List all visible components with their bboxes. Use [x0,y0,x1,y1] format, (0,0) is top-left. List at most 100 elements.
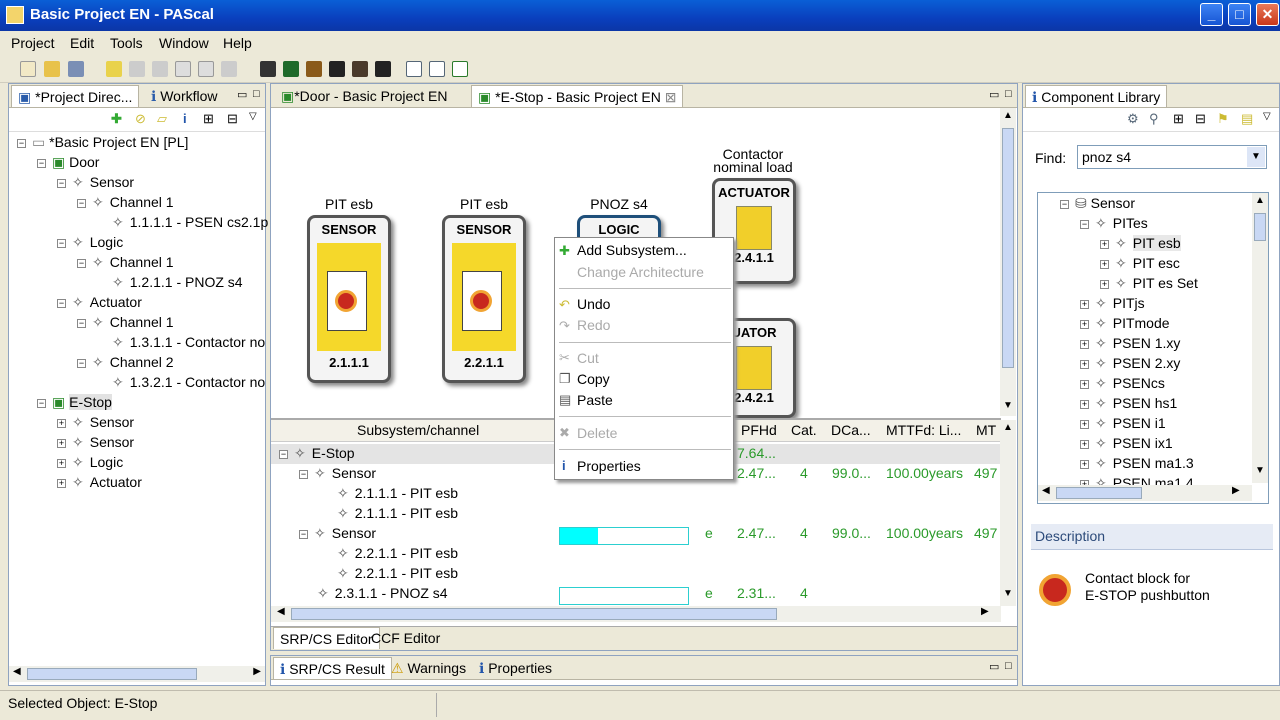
tree-item[interactable]: ✧ 1.1.1.1 - PSEN cs2.1p [112,214,268,231]
collapse-all-icon[interactable]: ⊟ [1195,111,1206,127]
add-icon[interactable]: ✚ [111,111,122,127]
tree-item-selected[interactable]: − ▣ E-Stop [37,394,112,411]
tree-item[interactable]: ✧ 1.2.1.1 - PNOZ s4 [112,274,243,291]
menu-delete[interactable]: Delete [577,425,617,441]
tree-item[interactable]: + ✧ Logic [57,454,123,471]
table-horizontal-scrollbar[interactable]: ◀ ▶ [271,606,1001,622]
tab-workflow[interactable]: ℹ Workflow [145,85,224,107]
table-row[interactable]: − ✧ Sensor [299,525,376,542]
tree-item[interactable]: − ✧ Actuator [57,294,142,311]
close-button[interactable]: ✕ [1256,3,1279,26]
menu-copy[interactable]: Copy [577,371,610,387]
expand-all-icon[interactable]: ⊞ [203,111,214,127]
library-item[interactable]: + ✧ PSEN i1 [1080,415,1166,432]
folder-icon[interactable]: ▱ [157,111,167,127]
tree-item[interactable]: − ✧ Sensor [57,174,134,191]
info-icon[interactable]: i [183,111,187,126]
menu-cut[interactable]: Cut [577,350,599,366]
undo-icon[interactable] [106,61,122,77]
sensor-icon[interactable] [283,61,299,77]
library-item[interactable]: + ✧ PITmode [1080,315,1170,332]
link-icon[interactable]: ⊘ [135,111,146,127]
tab-component-library[interactable]: ℹ Component Library [1025,85,1168,107]
table-row[interactable]: ✧ 2.2.1.1 - PIT esb [337,545,458,562]
tree-item[interactable]: + ✧ Actuator [57,474,142,491]
chevron-down-icon[interactable]: ▼ [1247,147,1265,167]
table-row[interactable]: ✧ 2.2.1.1 - PIT esb [337,565,458,582]
group-icon[interactable] [375,61,391,77]
minimize-button[interactable]: _ [1200,3,1223,26]
library-item[interactable]: + ✧ PIT es Set [1100,275,1198,292]
sensor-block[interactable]: SENSOR 2.2.1.1 [442,215,526,383]
tree-item[interactable]: ✧ 1.3.2.1 - Contactor no [112,374,265,391]
tree-item[interactable]: − ▣ Door [37,154,99,171]
filter-settings-icon[interactable]: ⚑ [1217,111,1229,127]
column-header[interactable]: DCa... [831,422,871,438]
table-row[interactable]: ✧ 2.1.1.1 - PIT esb [337,485,458,502]
library-item[interactable]: + ✧ PSEN ma1.3 [1080,455,1194,472]
library-item[interactable]: + ✧ PSENcs [1080,375,1165,392]
table-row[interactable]: ✧ 2.1.1.1 - PIT esb [337,505,458,522]
view-diagram-icon[interactable] [406,61,422,77]
view-menu-icon[interactable]: ▽ [249,111,257,122]
view-menu-icon[interactable]: ▽ [1263,111,1271,122]
contactor-icon[interactable] [352,61,368,77]
library-horizontal-scrollbar[interactable]: ◀ ▶ [1038,485,1252,501]
library-item[interactable]: − ✧ PITes [1080,215,1148,232]
menu-project[interactable]: Project [11,35,55,51]
tab-estop-editor[interactable]: ▣ *E-Stop - Basic Project EN ⊠ [471,85,684,107]
sensor-block[interactable]: SENSOR 2.1.1.1 [307,215,391,383]
table-vertical-scrollbar[interactable]: ▲ ▼ [1000,420,1016,606]
tab-project-directory[interactable]: ▣ *Project Direc... [11,85,140,107]
column-header[interactable]: MT [976,422,996,438]
menu-paste[interactable]: Paste [577,392,613,408]
filter-icon[interactable]: ⚙ [1127,111,1139,127]
find-combobox[interactable]: pnoz s4 ▼ [1077,145,1267,169]
library-item[interactable]: + ✧ PSEN ix1 [1080,435,1173,452]
menu-tools[interactable]: Tools [110,35,143,51]
tree-item[interactable]: − ✧ Channel 1 [77,254,174,271]
open-folder-icon[interactable] [44,61,60,77]
note-icon[interactable]: ▤ [1241,111,1253,127]
view-report-icon[interactable] [452,61,468,77]
tree-item[interactable]: + ✧ Sensor [57,414,134,431]
view-table-icon[interactable] [429,61,445,77]
tree-item[interactable]: − ✧ Channel 1 [77,194,174,211]
menu-properties[interactable]: Properties [577,458,641,474]
database-icon[interactable] [260,61,276,77]
library-item[interactable]: + ✧ PSEN 1.xy [1080,335,1180,352]
tab-srpcs-result[interactable]: ℹ SRP/CS Result [273,657,392,679]
cut-icon[interactable] [152,61,168,77]
tree-item[interactable]: − ▭ *Basic Project EN [PL] [17,134,188,151]
maximize-view-icon[interactable]: □ [247,85,266,107]
library-item-selected[interactable]: + ✧ PIT esb [1100,235,1181,252]
maximize-button[interactable]: □ [1228,3,1251,26]
menu-redo[interactable]: Redo [577,317,610,333]
pin-icon[interactable]: ⚲ [1149,111,1159,127]
library-item[interactable]: + ✧ PITjs [1080,295,1145,312]
menu-change-architecture[interactable]: Change Architecture [577,264,704,280]
tab-ccf-editor[interactable]: CCF Editor [365,627,446,649]
table-row[interactable]: ✧ 2.3.1.1 - PNOZ s4 [317,585,448,602]
tab-properties[interactable]: ℹ Properties [473,657,558,679]
menu-undo[interactable]: Undo [577,296,610,312]
delete-icon[interactable] [221,61,237,77]
expand-all-icon[interactable]: ⊞ [1173,111,1184,127]
column-header[interactable]: MTTFd: Li... [886,422,961,438]
logic-icon[interactable] [306,61,322,77]
tree-item[interactable]: − ✧ Channel 2 [77,354,174,371]
library-vertical-scrollbar[interactable]: ▲ ▼ [1252,193,1268,483]
menu-add-subsystem[interactable]: Add Subsystem... [577,242,687,258]
column-header[interactable]: PFHd [741,422,777,438]
column-header[interactable]: Cat. [791,422,817,438]
left-horizontal-scrollbar[interactable]: ◀ ▶ [9,666,265,682]
column-header[interactable]: Subsystem/channel [357,422,479,438]
library-item[interactable]: + ✧ PSEN hs1 [1080,395,1177,412]
save-icon[interactable] [68,61,84,77]
table-row[interactable]: − ✧ Sensor [299,465,376,482]
tree-item[interactable]: ✧ 1.3.1.1 - Contactor no [112,334,265,351]
library-item[interactable]: − ⛁ Sensor [1060,195,1135,212]
menu-edit[interactable]: Edit [70,35,94,51]
paste-icon[interactable] [198,61,214,77]
maximize-editor-icon[interactable]: □ [999,85,1018,107]
